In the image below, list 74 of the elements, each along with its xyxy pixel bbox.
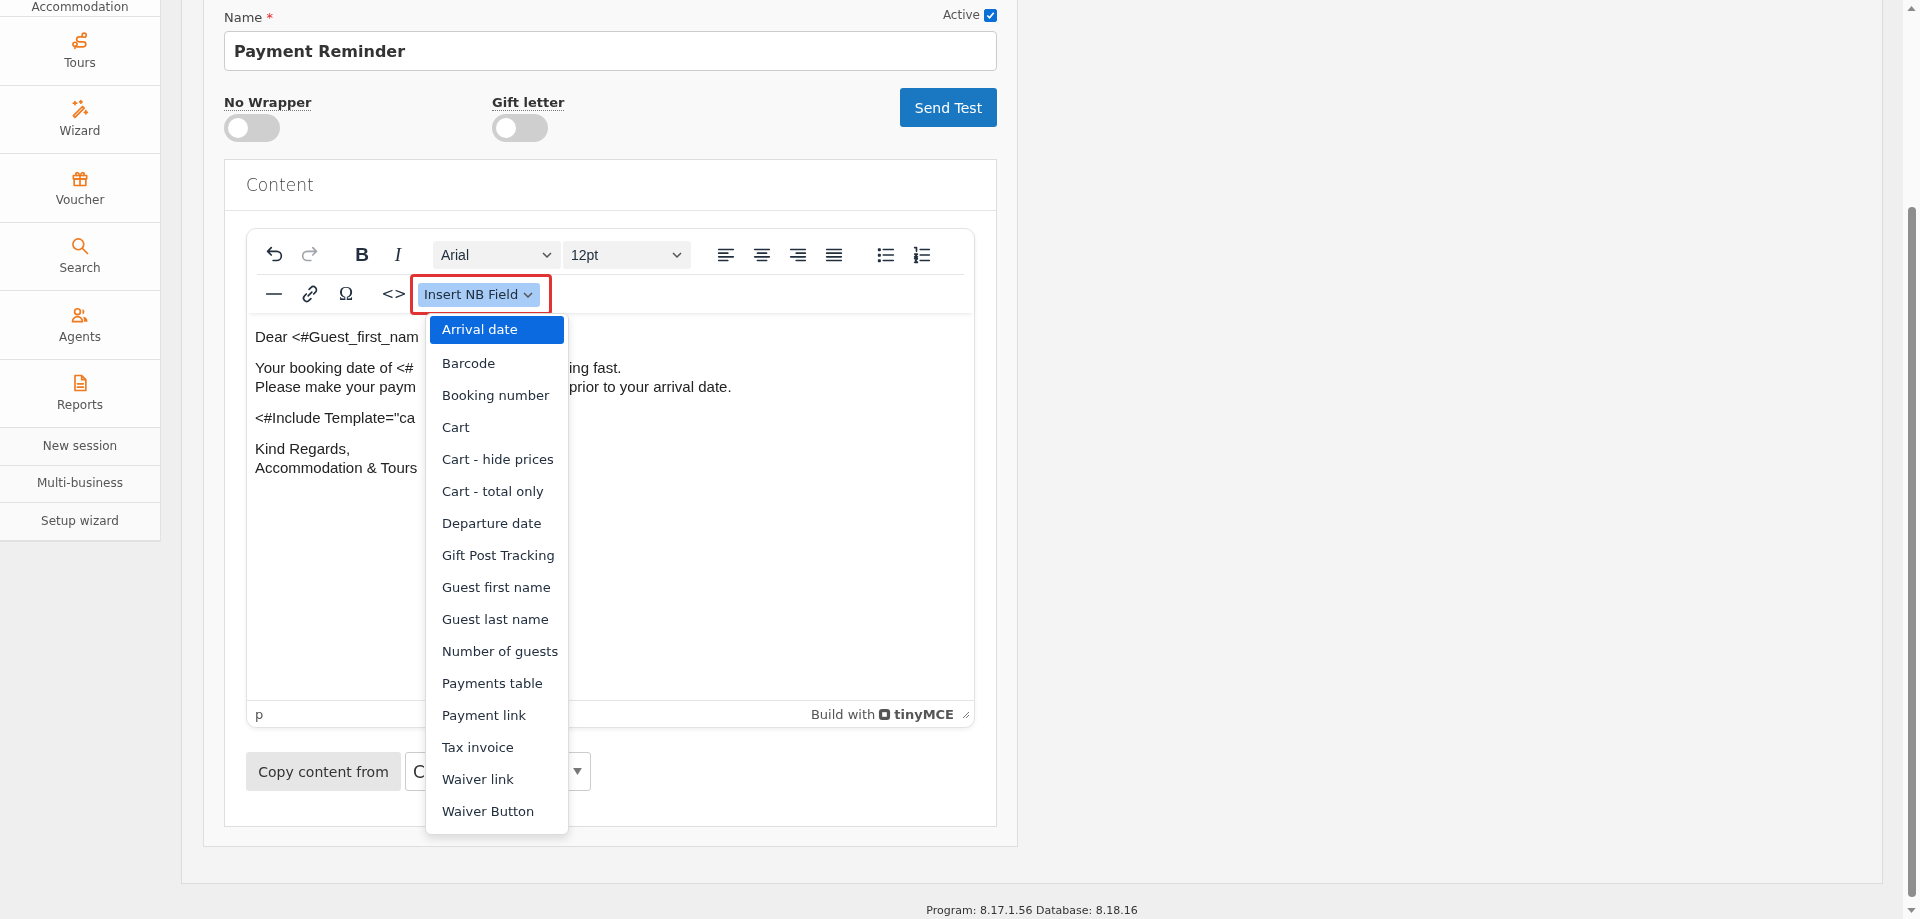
branding-text: Build with [810,706,876,722]
sidebar-label: Accommodation [31,0,129,14]
sidebar-label: New session [42,438,118,454]
menu-item[interactable]: Arrival date [430,316,564,344]
scroll-up-icon[interactable] [1907,6,1916,11]
sidebar-label: Setup wizard [41,513,119,529]
menu-item[interactable]: Cart [430,412,564,444]
menu-item[interactable]: Waiver link [430,764,564,796]
search-icon [70,236,90,257]
menu-item[interactable]: Cart - hide prices [430,444,564,476]
copy-content-button[interactable]: Copy content from [246,752,401,791]
route-icon [70,30,90,51]
menu-item[interactable]: Departure date [430,508,564,540]
body-text: prior to your arrival date. [569,377,732,396]
sidebar-label: Tours [64,55,96,71]
sidebar-item[interactable]: Agents [0,291,160,360]
active-checkbox[interactable] [984,8,997,22]
menu-item[interactable]: Tax invoice [430,732,564,764]
checkbox-label: Active [942,8,980,22]
body-text: ing fast. [569,358,622,377]
menu-item[interactable]: Barcode [430,348,564,380]
menu-item[interactable]: Payments table [430,668,564,700]
menu-item[interactable]: Payment link [430,700,564,732]
name-input-field[interactable]: Payment Reminder [224,31,997,71]
sidebar-item[interactable]: Voucher [0,154,160,223]
sidebar-label: Search [59,261,101,277]
source-code-button[interactable]: <> [381,279,407,309]
body-text: Your booking date of <# [255,358,415,377]
toggle-label: Gift letter [492,95,565,111]
toggle-switch[interactable] [492,114,548,142]
brand-name: tinyMCE [894,706,954,722]
menu-item[interactable]: Booking number [430,380,564,412]
element-path: p [255,706,264,722]
menu-item[interactable]: Guest last name [430,604,564,636]
version-text: Program: 8.17.1.56 Database: 8.18.16 [926,904,1138,917]
magic-wand-icon [70,99,90,120]
section-title: Content [246,175,314,195]
insert-field-dropdown[interactable]: Insert NB Field [418,282,541,307]
scrollbar-thumb[interactable] [1907,206,1916,897]
body-text: Dear <#Guest_first_nam [255,327,420,346]
sidebar-label: Wizard [59,124,101,140]
menu-item[interactable]: Waiver Button [430,796,564,828]
caret-down-icon [573,768,582,775]
resize-handle-icon[interactable] [960,709,970,719]
menu-item[interactable]: Number of guests [430,636,564,668]
menu-item[interactable]: Guest first name [430,572,564,604]
sidebar-item[interactable]: Tours [0,17,160,86]
sidebar-label: Voucher [55,192,105,208]
sidebar-item[interactable]: Search [0,222,160,291]
send-test-button[interactable]: Send Test [900,88,997,127]
body-text: Please make your paym [255,377,417,396]
body-text: <#Include Template="ca [255,408,417,427]
body-text: Accommodation & Tours [255,458,419,477]
chevron-down-icon [541,249,553,261]
sidebar-label: Reports [57,398,103,414]
chevron-down-icon [671,249,683,261]
toggle-label: No Wrapper [224,95,312,111]
font-size-dropdown[interactable]: 12pt [563,241,691,269]
toggle-switch[interactable] [224,114,280,142]
italic-button[interactable]: I [381,240,415,270]
scroll-down-icon[interactable] [1907,908,1916,913]
menu-item[interactable]: Gift Post Tracking [430,540,564,572]
bold-button[interactable]: B [345,240,379,270]
menu-item[interactable]: Cart - total only [430,476,564,508]
sidebar-item[interactable]: Wizard [0,85,160,154]
sidebar-item[interactable]: Accommodation [0,0,160,17]
logo-icon [878,707,892,721]
body-text: Kind Regards, [255,439,352,458]
field-label: Name * [224,10,273,25]
scrollbar[interactable] [1903,0,1920,919]
special-character-button[interactable]: Ω [329,279,363,309]
sidebar-label: Agents [59,329,101,345]
font-dropdown[interactable]: Arial [433,241,561,269]
sidebar-label: Multi-business [37,476,123,492]
